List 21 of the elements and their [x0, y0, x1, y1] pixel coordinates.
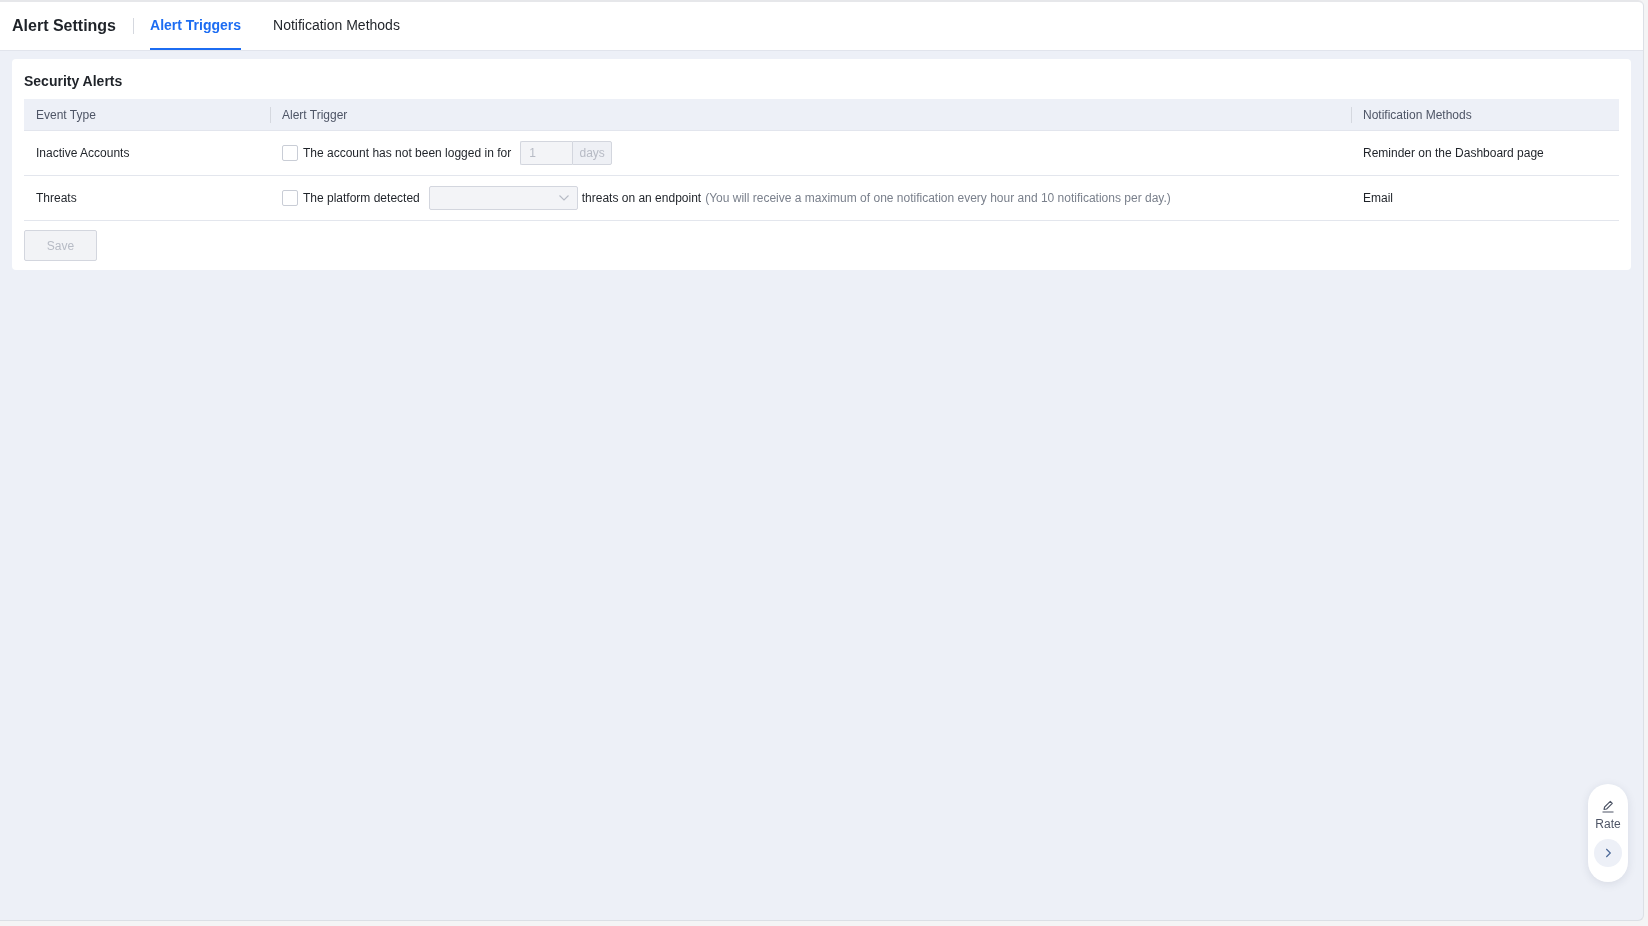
note-text: (You will receive a maximum of one notification every hour and 10 notifications per day.) [705, 191, 1171, 205]
rate-button[interactable]: Rate [1595, 799, 1621, 831]
column-header: Alert Trigger [270, 99, 1351, 131]
trigger-label: threats on an endpoint [581, 191, 702, 205]
column-header: Event Type [35, 107, 97, 124]
column-header: Notification Methods [1351, 99, 1619, 131]
tab[interactable]: Alert Triggers [150, 2, 242, 50]
chevron-right-icon[interactable] [1594, 839, 1622, 867]
checkbox[interactable] [282, 190, 298, 206]
table-cell-text: Email [1362, 191, 1394, 205]
table-cell-text: Threats [35, 191, 78, 205]
card-title: Security Alerts [24, 72, 124, 91]
table-cell-text: Reminder on the Dashboard page [1362, 146, 1545, 160]
trigger-label: The platform detected [303, 191, 420, 205]
checkbox[interactable] [282, 145, 298, 161]
chevron-down-icon [558, 195, 569, 201]
page-title: Alert Settings [12, 17, 116, 35]
tab[interactable]: Notification Methods [273, 2, 400, 50]
table-cell-text: Inactive Accounts [35, 146, 131, 160]
pencil-icon [1601, 799, 1615, 813]
trigger-label: The account has not been logged in for [303, 146, 512, 160]
